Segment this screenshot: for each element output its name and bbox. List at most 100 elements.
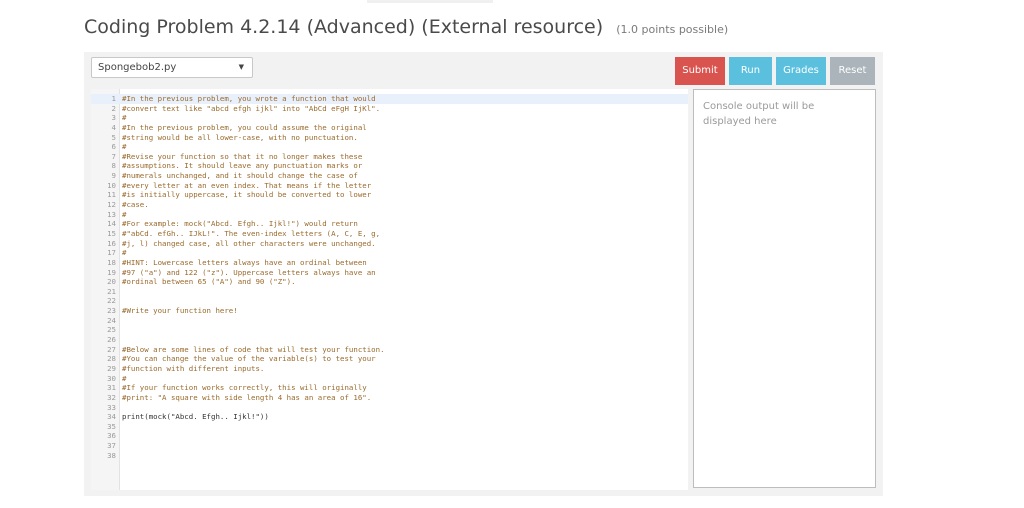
top-strip xyxy=(367,0,493,3)
line-text: #assumptions. It should leave any punctu… xyxy=(122,161,363,171)
code-editor[interactable]: 1 #In the previous problem, you wrote a f… xyxy=(91,89,688,490)
console-output: Console output will be displayed here xyxy=(693,89,876,488)
line-text: print(mock("Abcd. Efgh.. Ijkl!")) xyxy=(122,412,269,422)
code-line[interactable]: 18 #HINT: Lowercase letters always have a… xyxy=(91,258,688,268)
code-line[interactable]: 28 #You can change the value of the varia… xyxy=(91,354,688,364)
file-select-value: Spongebob2.py xyxy=(98,62,177,73)
line-number: 13 xyxy=(107,209,116,219)
line-text: #j, l) changed case, all other character… xyxy=(122,238,376,248)
line-number: 16 xyxy=(107,238,116,248)
code-line[interactable]: 16 #j, l) changed case, all other charact… xyxy=(91,239,688,249)
file-select[interactable]: Spongebob2.py ▼ xyxy=(91,57,253,78)
code-line[interactable]: 5 #string would be all lower-case, with n… xyxy=(91,133,688,143)
line-number: 8 xyxy=(111,161,116,171)
code-line[interactable]: 22 xyxy=(91,296,688,306)
line-text: #HINT: Lowercase letters always have an … xyxy=(122,257,367,267)
problem-title: Coding Problem 4.2.14 (Advanced) (Extern… xyxy=(84,16,604,38)
line-text: #ordinal between 65 ("A") and 90 ("Z"). xyxy=(122,277,296,287)
line-number: 34 xyxy=(107,412,116,422)
code-line[interactable]: 36 xyxy=(91,431,688,441)
line-text: #In the previous problem, you could assu… xyxy=(122,122,367,132)
code-line[interactable]: 8 #assumptions. It should leave any punct… xyxy=(91,161,688,171)
code-line[interactable]: 13 # xyxy=(91,210,688,220)
line-text: # xyxy=(122,373,127,383)
line-text: #string would be all lower-case, with no… xyxy=(122,132,358,142)
code-line[interactable]: 34 print(mock("Abcd. Efgh.. Ijkl!")) xyxy=(91,412,688,422)
code-line[interactable]: 7 #Revise your function so that it no lon… xyxy=(91,152,688,162)
code-line[interactable]: 30 # xyxy=(91,374,688,384)
code-line[interactable]: 23 #Write your function here! xyxy=(91,306,688,316)
line-number: 30 xyxy=(107,373,116,383)
code-line[interactable]: 6 # xyxy=(91,142,688,152)
line-number: 19 xyxy=(107,267,116,277)
code-line[interactable]: 26 xyxy=(91,335,688,345)
reset-button[interactable]: Reset xyxy=(830,57,875,85)
submit-button[interactable]: Submit xyxy=(675,57,725,85)
line-text: #print: "A square with side length 4 has… xyxy=(122,392,372,402)
line-text: #is initially uppercase, it should be co… xyxy=(122,190,372,200)
run-button[interactable]: Run xyxy=(729,57,772,85)
code-line[interactable]: 29 #function with different inputs. xyxy=(91,364,688,374)
line-number: 33 xyxy=(107,402,116,412)
code-line[interactable]: 1 #In the previous problem, you wrote a f… xyxy=(91,94,688,104)
line-text: #function with different inputs. xyxy=(122,363,265,373)
code-line[interactable]: 33 xyxy=(91,403,688,413)
code-line[interactable]: 31 #If your function works correctly, thi… xyxy=(91,383,688,393)
line-number: 25 xyxy=(107,325,116,335)
code-line[interactable]: 24 xyxy=(91,316,688,326)
code-line[interactable]: 12 #case. xyxy=(91,200,688,210)
line-text: #case. xyxy=(122,200,149,210)
line-text: #convert text like "abcd efgh ijkl" into… xyxy=(122,103,381,113)
line-number: 28 xyxy=(107,354,116,364)
line-text: #"abCd. efGh.. IJkL!". The even-index le… xyxy=(122,228,381,238)
code-line[interactable]: 11 #is initially uppercase, it should be … xyxy=(91,190,688,200)
line-text: #97 ("a") and 122 ("z"). Uppercase lette… xyxy=(122,267,376,277)
line-number: 22 xyxy=(107,296,116,306)
line-number: 15 xyxy=(107,228,116,238)
line-text: #Revise your function so that it no long… xyxy=(122,151,363,161)
line-text: #In the previous problem, you wrote a fu… xyxy=(122,94,376,103)
line-text: #numerals unchanged, and it should chang… xyxy=(122,171,358,181)
line-text: #For example: mock("Abcd. Efgh.. Ijkl!")… xyxy=(122,219,358,229)
code-line[interactable]: 35 xyxy=(91,422,688,432)
code-line[interactable]: 25 xyxy=(91,325,688,335)
line-text: # xyxy=(122,209,127,219)
code-line[interactable]: 20 #ordinal between 65 ("A") and 90 ("Z")… xyxy=(91,277,688,287)
code-line[interactable]: 9 #numerals unchanged, and it should chan… xyxy=(91,171,688,181)
line-number: 29 xyxy=(107,363,116,373)
line-text: #If your function works correctly, this … xyxy=(122,383,367,393)
chevron-down-icon: ▼ xyxy=(238,63,244,71)
line-text: #You can change the value of the variabl… xyxy=(122,354,376,364)
line-number: 12 xyxy=(107,200,116,210)
code-lines: 1 #In the previous problem, you wrote a f… xyxy=(91,94,688,460)
code-line[interactable]: 4 #In the previous problem, you could ass… xyxy=(91,123,688,133)
code-line[interactable]: 17 # xyxy=(91,248,688,258)
line-text: # xyxy=(122,142,127,152)
code-line[interactable]: 21 xyxy=(91,287,688,297)
code-line[interactable]: 27 #Below are some lines of code that wil… xyxy=(91,345,688,355)
code-line[interactable]: 10 #every letter at an even index. That m… xyxy=(91,181,688,191)
line-number: 36 xyxy=(107,431,116,441)
line-number: 17 xyxy=(107,248,116,258)
code-line[interactable]: 38 xyxy=(91,451,688,461)
line-number: 38 xyxy=(107,450,116,460)
line-number: 27 xyxy=(107,344,116,354)
code-line[interactable]: 19 #97 ("a") and 122 ("z"). Uppercase let… xyxy=(91,268,688,278)
code-line[interactable]: 32 #print: "A square with side length 4 h… xyxy=(91,393,688,403)
line-number: 9 xyxy=(111,171,116,181)
code-line[interactable]: 2 #convert text like "abcd efgh ijkl" int… xyxy=(91,104,688,114)
grades-button[interactable]: Grades xyxy=(776,57,826,85)
line-number: 4 xyxy=(111,122,116,132)
line-number: 18 xyxy=(107,257,116,267)
code-line[interactable]: 14 #For example: mock("Abcd. Efgh.. Ijkl!… xyxy=(91,219,688,229)
line-number: 10 xyxy=(107,180,116,190)
line-number: 11 xyxy=(107,190,116,200)
line-number: 32 xyxy=(107,392,116,402)
points-possible: (1.0 points possible) xyxy=(616,23,729,36)
code-line[interactable]: 3 # xyxy=(91,113,688,123)
code-line[interactable]: 37 xyxy=(91,441,688,451)
line-number: 5 xyxy=(111,132,116,142)
line-text: #every letter at an even index. That mea… xyxy=(122,180,372,190)
line-number: 21 xyxy=(107,286,116,296)
code-line[interactable]: 15 #"abCd. efGh.. IJkL!". The even-index … xyxy=(91,229,688,239)
